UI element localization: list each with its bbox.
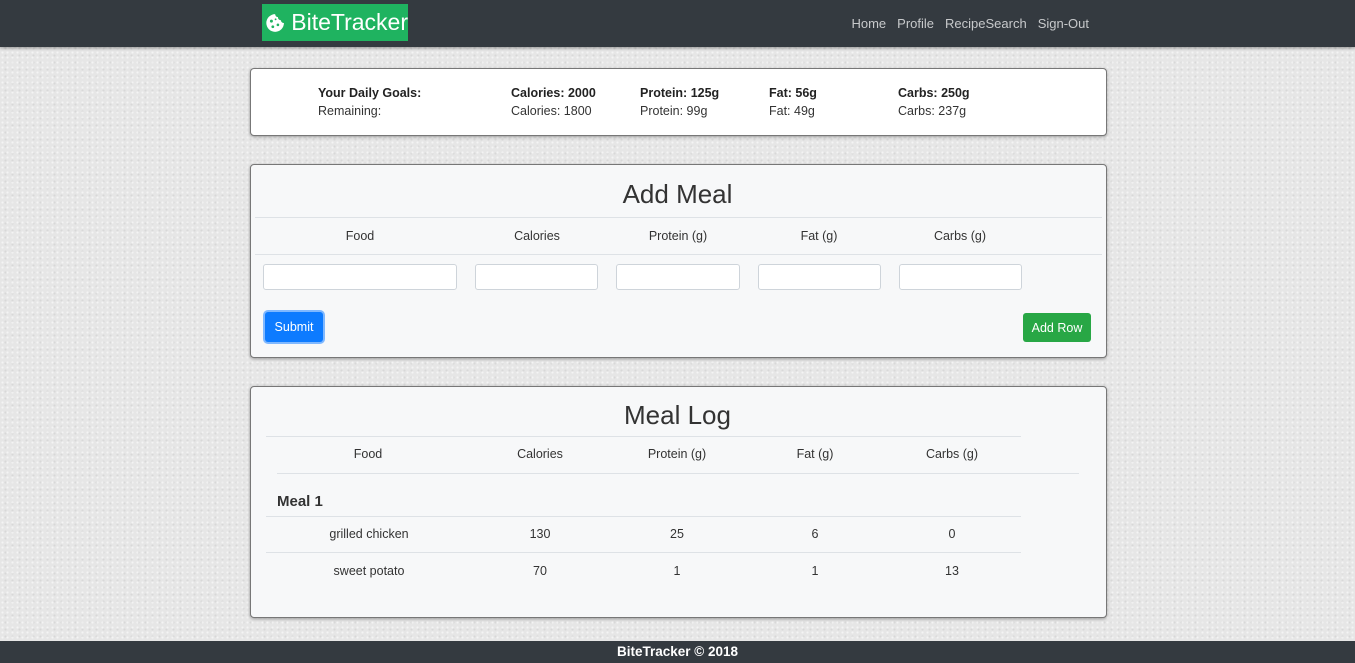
goal-carbs: Carbs: 250g bbox=[898, 86, 970, 100]
cookie-icon bbox=[266, 13, 284, 32]
meal-log-title: Meal Log bbox=[624, 400, 731, 430]
nav-links: Home Profile RecipeSearch Sign-Out bbox=[851, 16, 1089, 31]
brand-logo[interactable]: BiteTracker bbox=[262, 4, 408, 41]
goal-fat: Fat: 56g bbox=[769, 86, 817, 100]
nav-recipe-search-link[interactable]: RecipeSearch bbox=[945, 16, 1027, 31]
cell-fat: 6 bbox=[811, 527, 819, 541]
fat-input[interactable] bbox=[758, 264, 881, 290]
remaining-fat: Fat: 49g bbox=[769, 104, 815, 118]
goals-label: Your Daily Goals: bbox=[318, 86, 422, 100]
brand-name: BiteTracker bbox=[291, 9, 408, 35]
goal-calories: Calories: 2000 bbox=[511, 86, 596, 100]
add-col-food: Food bbox=[345, 229, 375, 243]
cell-calories: 70 bbox=[533, 564, 547, 578]
cell-fat: 1 bbox=[811, 564, 819, 578]
add-row-button[interactable]: Add Row bbox=[1023, 313, 1091, 342]
cell-protein: 25 bbox=[670, 527, 684, 541]
add-col-carbs: Carbs (g) bbox=[933, 229, 987, 243]
meal-group-label: Meal 1 bbox=[277, 493, 323, 510]
cell-carbs: 13 bbox=[945, 564, 959, 578]
divider bbox=[255, 217, 1102, 218]
divider bbox=[277, 473, 1079, 474]
nav-profile-link[interactable]: Profile bbox=[897, 16, 934, 31]
daily-goals-card: Your Daily Goals: Remaining: Calories: 2… bbox=[250, 68, 1107, 136]
log-col-calories: Calories bbox=[517, 447, 563, 461]
nav-sign-out-link[interactable]: Sign-Out bbox=[1038, 16, 1089, 31]
remaining-carbs: Carbs: 237g bbox=[898, 104, 967, 118]
calories-input[interactable] bbox=[475, 264, 598, 290]
carbs-input[interactable] bbox=[899, 264, 1022, 290]
add-meal-title: Add Meal bbox=[622, 179, 733, 209]
nav-home-link[interactable]: Home bbox=[851, 16, 886, 31]
protein-input[interactable] bbox=[616, 264, 740, 290]
cell-food: sweet potato bbox=[333, 564, 405, 578]
log-col-food: Food bbox=[353, 447, 383, 461]
add-col-calories: Calories bbox=[514, 229, 560, 243]
remaining-label: Remaining: bbox=[318, 104, 382, 118]
footer: BiteTracker © 2018 bbox=[0, 641, 1355, 663]
log-col-fat: Fat (g) bbox=[796, 447, 834, 461]
cell-food: grilled chicken bbox=[329, 527, 409, 541]
add-col-protein: Protein (g) bbox=[648, 229, 708, 243]
remaining-calories: Calories: 1800 bbox=[511, 104, 592, 118]
log-col-protein: Protein (g) bbox=[647, 447, 707, 461]
cell-calories: 130 bbox=[529, 527, 551, 541]
divider bbox=[266, 516, 1021, 517]
footer-text: BiteTracker © 2018 bbox=[616, 644, 739, 659]
submit-button[interactable]: Submit bbox=[265, 312, 323, 342]
goal-protein: Protein: 125g bbox=[640, 86, 720, 100]
divider bbox=[255, 254, 1102, 255]
food-input[interactable] bbox=[263, 264, 457, 290]
add-col-fat: Fat (g) bbox=[800, 229, 838, 243]
divider bbox=[266, 552, 1021, 553]
remaining-protein: Protein: 99g bbox=[640, 104, 708, 118]
log-col-carbs: Carbs (g) bbox=[925, 447, 979, 461]
top-navbar: BiteTracker Home Profile RecipeSearch Si… bbox=[0, 0, 1355, 47]
cell-protein: 1 bbox=[673, 564, 681, 578]
cell-carbs: 0 bbox=[948, 527, 956, 541]
divider bbox=[266, 436, 1021, 437]
